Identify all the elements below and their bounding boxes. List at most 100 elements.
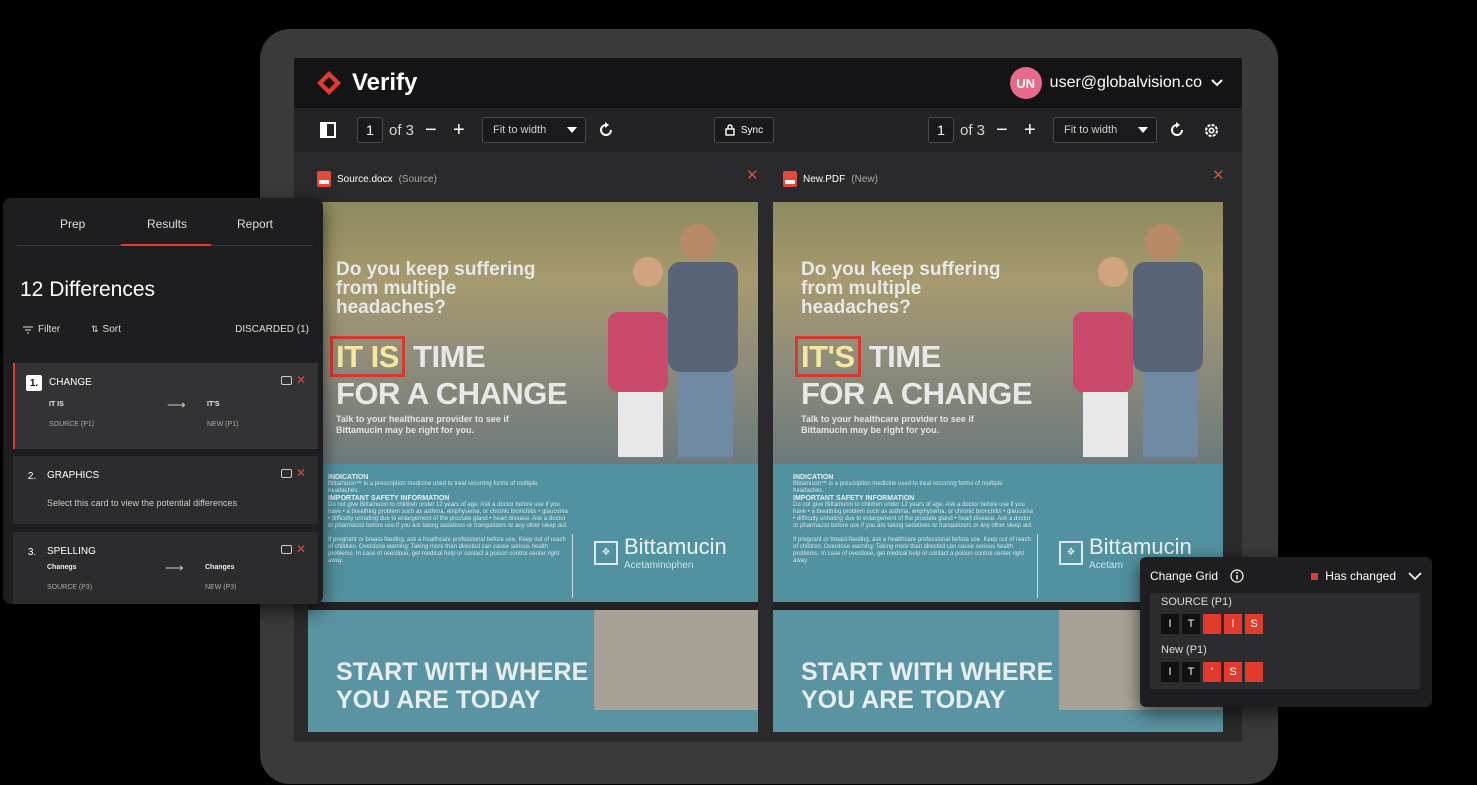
right-page-input[interactable]: 1 (928, 117, 954, 143)
headline-main: IT IS TIME FOR A CHANGE (330, 336, 568, 412)
sync-button[interactable]: Sync (714, 117, 774, 143)
close-new-icon[interactable]: ✕ (1212, 166, 1225, 184)
close-source-icon[interactable]: ✕ (746, 166, 759, 184)
divider (1037, 534, 1038, 598)
change-grid-popup: Change Grid Has changed SOURCE (P1) ITIS… (1140, 557, 1432, 707)
filter-button[interactable]: Filter (23, 324, 60, 335)
left-fit-value: Fit to width (493, 124, 547, 136)
indication-text: Bittamucin™ is a prescription medicine u… (793, 481, 1003, 494)
hero-photo: Do you keep suffering from multiple head… (308, 202, 758, 464)
source-doc-tab[interactable]: Source.docx (Source) (317, 166, 437, 192)
source-char-cell[interactable]: S (1245, 614, 1263, 634)
info-icon[interactable] (1230, 569, 1244, 583)
discard-icon[interactable]: ✕ (296, 467, 306, 479)
new-char-cell[interactable]: ' (1203, 662, 1221, 682)
chevron-down-icon[interactable] (1210, 78, 1224, 88)
new-label: New (P1) (1161, 644, 1207, 656)
child-photo (594, 610, 758, 710)
source-page[interactable]: Do you keep suffering from multiple head… (308, 202, 758, 732)
brand-name: Verify (352, 69, 418, 96)
to-location: NEW (P3) (205, 584, 237, 591)
discard-icon[interactable]: ✕ (296, 374, 306, 386)
right-rotate-icon[interactable] (1169, 117, 1185, 143)
product-name: Bittamucin (1089, 534, 1192, 559)
user-email: user@globalvision.co (1049, 74, 1202, 91)
headline-question: Do you keep suffering from multiple head… (336, 259, 536, 318)
card-number: 1. (26, 375, 42, 391)
product-logo-icon: ❖ (1059, 540, 1083, 565)
new-char-row: I T ' S (1161, 662, 1263, 682)
to-location: NEW (P1) (207, 421, 239, 428)
sync-label: Sync (740, 124, 764, 136)
right-page-total: of 3 (960, 121, 986, 139)
user-menu[interactable]: UN user@globalvision.co (1009, 67, 1224, 99)
safety-text: Do not give Bittamucin to children under… (328, 502, 568, 529)
new-doc-tab[interactable]: New.PDF (New) (783, 166, 878, 192)
comment-icon[interactable] (280, 544, 292, 554)
filter-label: Filter (38, 324, 61, 335)
left-rotate-icon[interactable] (598, 117, 614, 143)
tab-results[interactable]: Results (147, 217, 187, 231)
card-actions: ✕ (280, 374, 306, 386)
page-separator (308, 602, 758, 610)
warning-text: If pregnant or breast-feeding, ask a hea… (793, 537, 1031, 564)
sort-button[interactable]: ⇅ Sort (91, 324, 121, 335)
source-char-cell[interactable]: I (1224, 614, 1242, 634)
comment-icon[interactable] (280, 468, 292, 478)
filter-icon (23, 326, 33, 333)
change-grid-header: Change Grid Has changed (1150, 568, 1422, 584)
info-text: INDICATION Bittamucin™ is a prescription… (328, 474, 568, 565)
highlighted-difference[interactable]: IT IS (330, 336, 405, 377)
headline-change: FOR A CHANGE (336, 376, 568, 411)
new-char-cell[interactable]: T (1182, 662, 1200, 682)
discarded-link[interactable]: DISCARDED (1) (235, 324, 309, 335)
app-window: Verify UN user@globalvision.co 1 of 3 − … (294, 58, 1242, 742)
difference-card[interactable]: 2. GRAPHICS ✕ Select this card to view t… (13, 456, 318, 524)
new-char-cell[interactable] (1245, 662, 1263, 682)
lock-icon (725, 124, 735, 136)
caret-down-icon (1138, 127, 1148, 133)
difference-card[interactable]: 1. CHANGE ✕ IT IS ⟶ IT'S SOURCE (P1) NEW… (13, 363, 318, 449)
left-zoom-out-button[interactable]: − (425, 117, 437, 143)
new-doc-name: New.PDF (803, 173, 846, 185)
new-char-cell[interactable]: S (1224, 662, 1242, 682)
results-panel: Prep Results Report 12 Differences Filte… (3, 198, 323, 604)
left-page-total: of 3 (389, 121, 415, 139)
chevron-down-icon[interactable] (1408, 571, 1422, 581)
tab-prep[interactable]: Prep (60, 217, 85, 231)
word-file-icon (317, 171, 331, 187)
indication-text: Bittamucin™ is a prescription medicine u… (328, 481, 538, 494)
change-to: IT'S (207, 401, 220, 408)
arrow-right-icon: ⟶ (165, 560, 184, 575)
sidebar-toggle-icon[interactable] (320, 117, 336, 143)
comment-icon[interactable] (280, 375, 292, 385)
product-logo-icon: ❖ (594, 540, 618, 565)
brand[interactable]: Verify (316, 69, 417, 97)
right-zoom-in-button[interactable]: + (1024, 117, 1036, 143)
source-char-cell[interactable] (1203, 614, 1221, 634)
document-viewer: Source.docx (Source) ✕ New.PDF (New) ✕ D… (294, 152, 1242, 742)
left-page-input[interactable]: 1 (357, 117, 383, 143)
change-from: Chanegs (47, 564, 77, 571)
headline-main: IT'S TIME FOR A CHANGE (795, 336, 1033, 412)
tagline: Talk to your healthcare provider to see … (801, 414, 974, 435)
tab-report[interactable]: Report (237, 217, 273, 231)
left-fit-select[interactable]: Fit to width (482, 117, 586, 143)
right-fit-select[interactable]: Fit to width (1053, 117, 1157, 143)
card-number: 2. (27, 470, 37, 482)
arrow-right-icon: ⟶ (167, 397, 186, 412)
source-char-cell[interactable]: I (1161, 614, 1179, 634)
difference-card[interactable]: 3. SPELLING ✕ Chanegs ⟶ Changes SOURCE (… (13, 532, 318, 604)
left-zoom-in-button[interactable]: + (453, 117, 465, 143)
source-char-cell[interactable]: T (1182, 614, 1200, 634)
product-sub: Acetaminophen (624, 560, 694, 571)
change-to: Changes (205, 564, 235, 571)
discard-icon[interactable]: ✕ (296, 543, 306, 555)
source-char-row: ITIS (1161, 614, 1263, 634)
settings-gear-icon[interactable] (1203, 117, 1220, 143)
highlighted-difference[interactable]: IT'S (795, 336, 861, 377)
right-zoom-out-button[interactable]: − (996, 117, 1008, 143)
from-location: SOURCE (P3) (47, 584, 93, 591)
safety-title: IMPORTANT SAFETY INFORMATION (793, 495, 915, 502)
new-char-cell[interactable]: I (1161, 662, 1179, 682)
